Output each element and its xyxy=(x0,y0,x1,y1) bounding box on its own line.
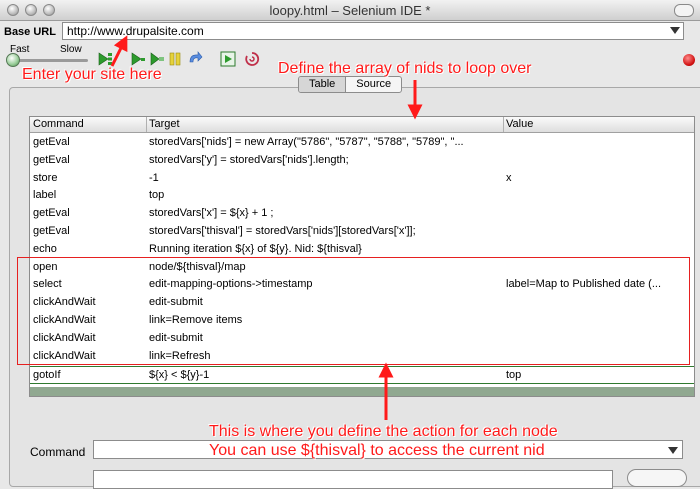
annotation-node-action-line1: This is where you define the action for … xyxy=(209,423,558,440)
arrow-to-base-url xyxy=(110,35,128,67)
annotation-define-nids: Define the array of nids to loop over xyxy=(278,60,532,77)
annotation-enter-site: Enter your site here xyxy=(22,66,162,83)
annotation-node-action-line2: You can use ${thisval} to access the cur… xyxy=(209,442,545,459)
